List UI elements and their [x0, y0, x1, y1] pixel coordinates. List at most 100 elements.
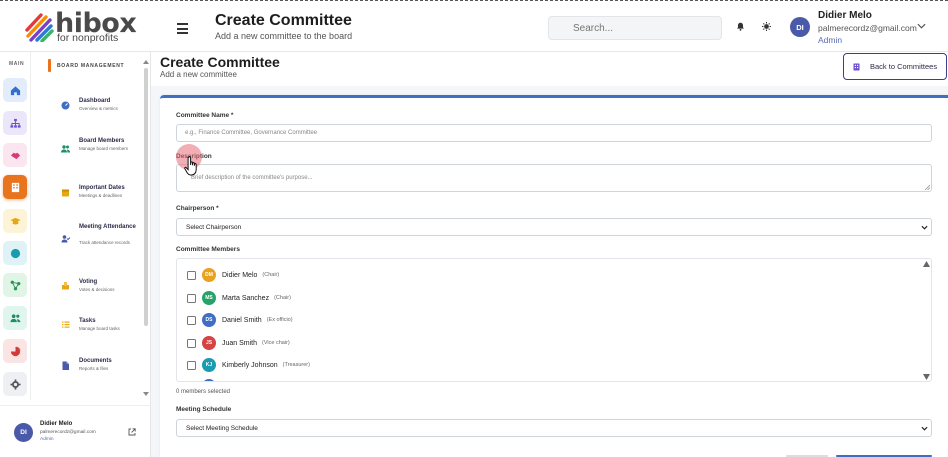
members-scroll-up-icon[interactable] [923, 261, 930, 267]
members-list[interactable]: DM Didier Melo (Chair) MS Marta Sanchez (Chai… [176, 258, 932, 382]
external-link-icon[interactable] [128, 428, 136, 436]
footer-user-name: Didier Melo [40, 421, 73, 427]
nav-item-desc: Overview & metrics [79, 106, 118, 111]
nav-item-title: Voting [79, 279, 98, 285]
search-input[interactable] [548, 16, 722, 40]
nav-item-voting[interactable]: Voting Votes & decisions [57, 277, 139, 311]
back-button-label: Back to Committees [870, 62, 938, 71]
chevron-down-icon [921, 426, 928, 431]
member-name: Juan Smith [222, 339, 258, 347]
committee-name-input[interactable]: e.g., Finance Committee, Governance Comm… [176, 124, 932, 142]
building-icon [853, 63, 860, 70]
member-avatar: DS [202, 313, 216, 327]
nav-item-desc: Meetings & deadlines [79, 193, 123, 198]
nav-item-dashboard[interactable]: Dashboard Overview & metrics [57, 95, 139, 129]
chevron-down-icon[interactable] [917, 23, 926, 29]
member-avatar-partial [202, 379, 216, 381]
header-title: Create Committee [215, 12, 352, 29]
member-checkbox[interactable] [187, 315, 196, 325]
nav-item-title: Documents [79, 358, 112, 364]
member-avatar: KJ [202, 358, 216, 372]
top-edge [0, 0, 948, 1]
member-role: (Ex officio) [266, 317, 293, 323]
user-check-icon [61, 235, 70, 243]
chairperson-value: Select Chairperson [186, 223, 242, 231]
bell-icon[interactable] [736, 22, 745, 31]
rail-users-button[interactable] [3, 306, 27, 330]
rail-divider [30, 52, 31, 400]
sitemap-icon [9, 118, 21, 128]
nav-item-desc: Track attendance records [79, 240, 130, 245]
member-role: (Vice chair) [262, 340, 290, 346]
header-divider [0, 51, 948, 52]
graduation-cap-icon [9, 217, 21, 224]
menu-toggle-icon[interactable] [177, 23, 188, 37]
network-icon [10, 280, 20, 290]
resize-handle-icon[interactable] [924, 184, 930, 190]
nav-item-title: Tasks [79, 318, 96, 324]
back-to-committees-button[interactable]: Back to Committees [843, 53, 947, 80]
user-name[interactable]: Didier Melo [818, 10, 872, 21]
member-checkbox[interactable] [187, 360, 196, 370]
chevron-down-icon [921, 225, 928, 230]
rail-sitemap-button[interactable] [3, 111, 27, 135]
member-checkbox[interactable] [187, 270, 196, 280]
meeting-schedule-value: Select Meeting Schedule [186, 424, 258, 432]
chairperson-select[interactable]: Select Chairperson [176, 218, 932, 236]
rail-network-button[interactable] [3, 273, 27, 297]
description-textarea[interactable]: Brief description of the committee's pur… [176, 164, 932, 192]
member-role: (Treasurer) [282, 362, 310, 368]
rail-home-button[interactable] [3, 78, 27, 102]
chairperson-label: Chairperson * [176, 205, 219, 212]
nav-item-title: Important Dates [79, 185, 125, 191]
scroll-up-icon[interactable] [143, 60, 149, 64]
file-icon [62, 361, 69, 370]
header-subtitle: Add a new committee to the board [215, 31, 353, 41]
member-checkbox[interactable] [187, 338, 196, 348]
nav-item-important-dates[interactable]: Important Dates Meetings & deadlines [57, 182, 139, 216]
nav-item-title: Meeting Attendance [79, 224, 136, 230]
member-name: Daniel Smith [222, 316, 262, 324]
brand-tagline: for nonprofits [57, 32, 119, 44]
user-role: Admin [818, 35, 843, 45]
meeting-schedule-label: Meeting Schedule [176, 406, 232, 413]
committee-name-placeholder: e.g., Finance Committee, Governance Comm… [185, 130, 318, 136]
nav-item-desc: Reports & files [79, 366, 109, 371]
nav-item-title: Dashboard [79, 98, 111, 104]
member-row[interactable]: MS Marta Sanchez (Chair) [187, 290, 291, 306]
handshake-icon [10, 152, 20, 159]
nav-heading-accent [48, 59, 51, 72]
globe-icon [10, 248, 20, 258]
member-avatar: MS [202, 291, 216, 305]
rail-building-button[interactable] [3, 175, 27, 199]
rail-pie-chart-button[interactable] [3, 339, 27, 363]
nav-item-documents[interactable]: Documents Reports & files [57, 355, 139, 389]
user-avatar[interactable]: DI [790, 17, 810, 37]
footer-user-email: palmerecordz@gmail.com [40, 430, 96, 435]
member-row[interactable]: JS Juan Smith (Vice chair) [187, 335, 290, 351]
member-row[interactable]: KJ Kimberly Johnson (Treasurer) [187, 357, 310, 373]
rail-gear-button[interactable] [3, 372, 27, 396]
member-avatar: DM [202, 268, 216, 282]
scroll-down-icon[interactable] [143, 392, 149, 396]
member-row[interactable]: DM Didier Melo (Chair) [187, 267, 279, 283]
nav-item-board-members[interactable]: Board Members Manage board members [57, 135, 139, 169]
member-checkbox[interactable] [187, 293, 196, 303]
members-scroll-down-icon[interactable] [923, 374, 930, 380]
nav-item-title: Board Members [79, 138, 125, 144]
member-row[interactable]: DS Daniel Smith (Ex officio) [187, 312, 293, 328]
member-name: Didier Melo [222, 271, 258, 279]
rail-globe-button[interactable] [3, 241, 27, 265]
sidebar-scrollbar[interactable] [144, 68, 148, 326]
theme-toggle-icon[interactable] [762, 22, 771, 31]
users-icon [9, 313, 20, 322]
user-email: palmerecordz@gmail.com [818, 23, 917, 33]
committee-members-label: Committee Members [176, 246, 240, 253]
rail-graduation-cap-button[interactable] [3, 209, 27, 233]
footer-avatar[interactable]: DI [14, 423, 33, 442]
nav-item-tasks[interactable]: Tasks Manage board tasks [57, 316, 139, 350]
rail-handshake-button[interactable] [3, 143, 27, 167]
brand-logo[interactable]: hibox for nonprofits [24, 8, 137, 46]
nav-item-meeting-attendance[interactable]: Meeting Attendance Track attendance recor… [57, 222, 139, 256]
meeting-schedule-select[interactable]: Select Meeting Schedule [176, 419, 932, 437]
